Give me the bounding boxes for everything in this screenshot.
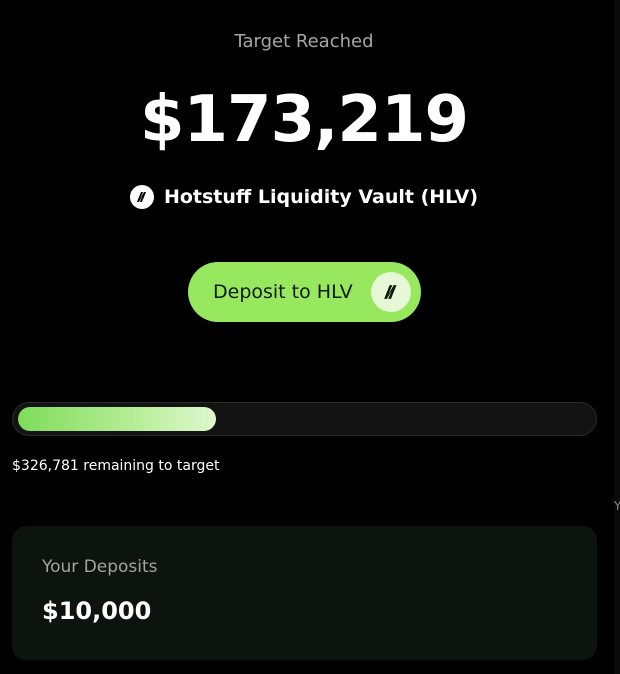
remaining-to-target: $326,781 remaining to target: [12, 458, 220, 474]
vault-info: Hotstuff Liquidity Vault (HLV): [0, 182, 608, 212]
raised-amount: $173,219: [139, 83, 469, 157]
scrollbar-edge: [614, 0, 620, 674]
deposit-button[interactable]: Deposit to HLV: [188, 262, 421, 322]
progress-bar: [12, 402, 597, 436]
hotstuff-logo-icon: [371, 272, 411, 312]
your-deposits-value: $10,000: [42, 597, 152, 625]
deposit-button-label: Deposit to HLV: [213, 281, 353, 303]
your-deposits-title: Your Deposits: [42, 557, 158, 577]
hotstuff-logo-icon: [129, 185, 154, 209]
your-deposits-card: Your Deposits $10,000: [12, 526, 597, 660]
edge-indicator: Y: [614, 499, 620, 513]
progress-bar-fill: [18, 407, 216, 431]
vault-name: Hotstuff Liquidity Vault (HLV): [163, 186, 479, 208]
vault-panel: Target Reached $173,219 Hotstuff Liquidi…: [0, 0, 614, 674]
target-status-label: Target Reached: [234, 31, 374, 52]
